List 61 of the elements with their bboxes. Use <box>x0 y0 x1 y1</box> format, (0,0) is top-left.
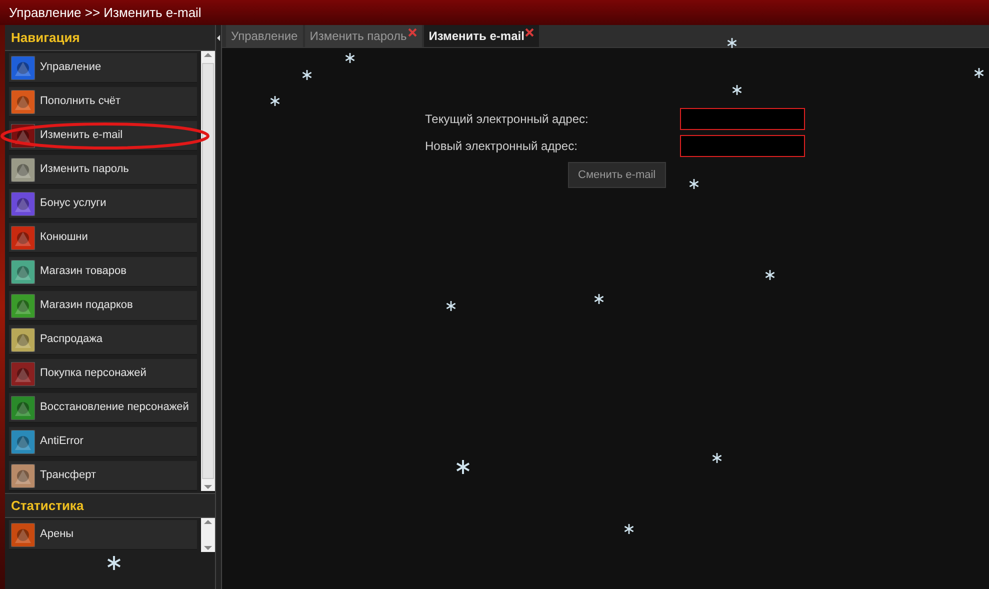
input-field[interactable] <box>680 108 805 130</box>
nav-item[interactable]: Конюшни <box>9 223 197 253</box>
input-field[interactable] <box>680 135 805 157</box>
nav-item[interactable]: Покупка персонажей <box>9 359 197 389</box>
nav-label: Бонус услуги <box>40 196 106 212</box>
collapse-handle[interactable] <box>215 25 222 589</box>
nav-label: Управление <box>40 60 102 76</box>
nav-label: AntiError <box>40 434 84 450</box>
tab-label: Изменить e-mail <box>428 28 524 45</box>
snowflake-icon <box>302 70 312 80</box>
scrollbar[interactable] <box>201 518 215 552</box>
nav-item[interactable]: Изменить пароль <box>9 155 197 185</box>
snowflake-icon <box>107 556 121 570</box>
section-title: Навигация <box>11 28 80 47</box>
nav-label: Трансферт <box>40 468 96 484</box>
field-label: Новый электронный адрес: <box>425 138 578 155</box>
nav-label: Пополнить счёт <box>40 94 121 110</box>
tab[interactable]: Изменить e-mail <box>424 25 540 47</box>
field-label: Текущий электронный адрес: <box>425 111 590 128</box>
snowflake-icon <box>689 179 699 189</box>
snowflake-icon <box>765 270 775 280</box>
nav-label: Покупка персонажей <box>40 366 146 382</box>
nav-label: Изменить пароль <box>40 162 129 178</box>
tab-label: Управление <box>231 28 298 45</box>
snowflake-icon <box>456 460 470 474</box>
snowflake-icon <box>594 294 604 304</box>
nav-item[interactable]: Трансферт <box>9 461 197 491</box>
nav-item[interactable]: Распродажа <box>9 325 197 355</box>
nav-label: Магазин подарков <box>40 298 133 314</box>
nav-label: Конюшни <box>40 230 88 246</box>
scroll-thumb[interactable] <box>202 63 214 479</box>
snowflake-icon <box>345 53 355 63</box>
nav-label: Восстановление персонажей <box>40 400 189 416</box>
snowflake-icon <box>732 85 742 95</box>
snowflake-icon <box>712 453 722 463</box>
nav-item[interactable]: Магазин подарков <box>9 291 197 321</box>
nav-item[interactable]: Восстановление персонажей <box>9 393 197 423</box>
scrollbar[interactable] <box>201 51 215 491</box>
nav-label: Распродажа <box>40 332 103 348</box>
tab[interactable]: Изменить пароль <box>304 25 422 47</box>
nav-item[interactable]: Бонус услуги <box>9 189 197 219</box>
close-icon[interactable] <box>408 28 417 37</box>
nav-label: Арены <box>40 527 74 542</box>
nav-item[interactable]: AntiError <box>9 427 197 457</box>
snowflake-icon <box>624 524 634 534</box>
nav-label: Изменить e-mail <box>40 128 123 144</box>
submit-button[interactable]: Сменить e-mail <box>568 162 666 188</box>
tab[interactable]: Управление <box>226 25 303 47</box>
nav-item[interactable]: Арены <box>9 520 197 550</box>
snowflake-icon <box>446 301 456 311</box>
nav-item[interactable]: Пополнить счёт <box>9 87 197 117</box>
nav-item[interactable]: Магазин товаров <box>9 257 197 287</box>
section-title: Статистика <box>11 496 84 515</box>
snowflake-icon <box>727 38 737 48</box>
snowflake-icon <box>270 96 280 106</box>
close-icon[interactable] <box>525 28 534 37</box>
nav-label: Магазин товаров <box>40 264 126 280</box>
nav-item[interactable]: Управление <box>9 53 197 83</box>
breadcrumb: Управление >> Изменить e-mail <box>9 4 202 22</box>
snowflake-icon <box>974 68 984 78</box>
tab-label: Изменить пароль <box>310 28 407 45</box>
